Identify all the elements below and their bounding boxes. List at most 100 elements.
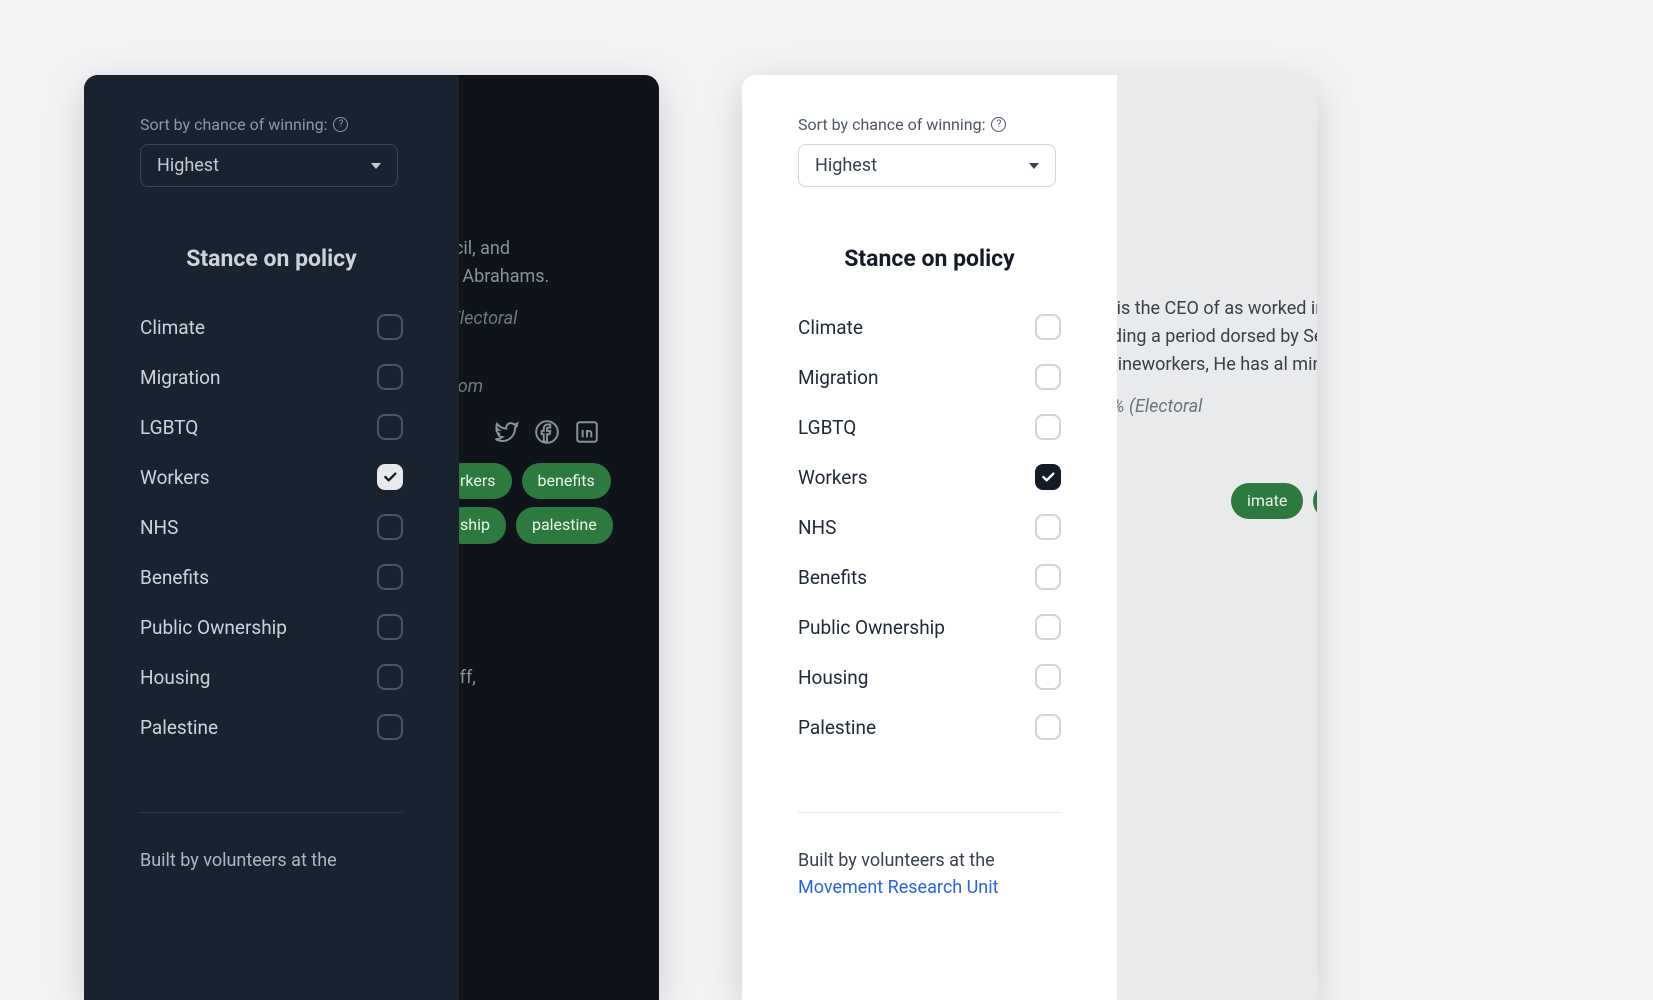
policy-climate[interactable]: Climate [798,302,1061,352]
policy-label: Migration [798,366,878,389]
tag[interactable]: imate [1231,483,1303,520]
checkbox[interactable] [377,714,403,740]
tag[interactable]: benefits [522,463,611,500]
checkbox[interactable] [377,364,403,390]
sort-label: Sort by chance of winning: ? [140,115,348,134]
checkbox[interactable] [377,614,403,640]
policy-label: Migration [140,366,220,389]
sort-label: Sort by chance of winning: ? [798,115,1006,134]
policy-housing[interactable]: Housing [140,652,403,702]
bio-fragment: d is the CEO of as worked in the uding a… [1102,295,1317,379]
policy-label: NHS [140,516,178,539]
candidate-info: d is the CEO of as worked in the uding a… [1102,295,1317,519]
footer-credit: Built by volunteers at the [140,847,403,874]
policy-palestine[interactable]: Palestine [140,702,403,752]
sort-label-text: Sort by chance of winning: [140,115,327,134]
policy-label: Public Ownership [140,616,287,639]
checkbox-checked[interactable] [1035,464,1061,490]
chevron-down-icon [371,163,381,169]
facebook-icon[interactable] [534,419,560,445]
checkbox[interactable] [377,514,403,540]
policy-label: Housing [140,666,210,689]
policy-label: Climate [140,316,205,339]
policy-label: Public Ownership [798,616,945,639]
policy-label: Benefits [140,566,209,589]
policy-tags: ship palestine [444,507,659,544]
candidate-info: ncil, and ie Abrahams. (Electoral .com r… [444,235,659,692]
footer-text: Built by volunteers at the [140,850,337,871]
policy-migration[interactable]: Migration [140,352,403,402]
social-links [494,419,659,445]
footer-credit: Built by volunteers at the Movement Rese… [798,847,1061,901]
policy-workers[interactable]: Workers [140,452,403,502]
checkbox[interactable] [377,664,403,690]
policy-workers[interactable]: Workers [798,452,1061,502]
checkbox[interactable] [1035,714,1061,740]
checkbox[interactable] [1035,364,1061,390]
policy-label: Workers [140,466,210,489]
policy-migration[interactable]: Migration [798,352,1061,402]
policy-public-ownership[interactable]: Public Ownership [140,602,403,652]
policy-tags: rkers benefits [444,463,659,500]
checkbox[interactable] [377,414,403,440]
policy-list: Climate Migration LGBTQ Workers NHS Bene… [140,302,403,752]
checkbox[interactable] [1035,514,1061,540]
divider [798,812,1061,813]
policy-benefits[interactable]: Benefits [140,552,403,602]
sort-dropdown[interactable]: Highest [798,144,1056,187]
checkbox[interactable] [1035,414,1061,440]
tag[interactable]: palestine [516,507,613,544]
footer-text: Built by volunteers at the [798,850,995,871]
dropdown-value: Highest [157,155,219,176]
policy-nhs[interactable]: NHS [140,502,403,552]
light-theme-panel: d is the CEO of as worked in the uding a… [742,75,1317,1000]
checkbox[interactable] [1035,314,1061,340]
policy-label: LGBTQ [140,416,198,439]
stance-title: Stance on policy [798,245,1061,272]
policy-public-ownership[interactable]: Public Ownership [798,602,1061,652]
footer-link[interactable]: Movement Research Unit [798,877,999,898]
stance-title: Stance on policy [140,245,403,272]
help-icon[interactable]: ? [991,117,1006,132]
checkbox[interactable] [1035,614,1061,640]
policy-label: Climate [798,316,863,339]
dropdown-value: Highest [815,155,877,176]
electoral-meta: (Electoral [444,305,659,333]
policy-lgbtq[interactable]: LGBTQ [798,402,1061,452]
social-links [1102,439,1317,465]
email-fragment: .com [444,373,659,401]
electoral-meta: 0% (Electoral [1102,393,1317,421]
chevron-down-icon [1029,163,1039,169]
policy-label: NHS [798,516,836,539]
help-icon[interactable]: ? [333,117,348,132]
checkbox[interactable] [1035,664,1061,690]
bio-fragment: ie Abrahams. [444,263,659,291]
policy-label: Palestine [140,716,218,739]
policy-palestine[interactable]: Palestine [798,702,1061,752]
dark-theme-panel: ncil, and ie Abrahams. (Electoral .com r… [84,75,659,1000]
filter-sidebar: Sort by chance of winning: ? Highest Sta… [742,75,1117,1000]
tag[interactable]: workers [1313,483,1317,520]
checkbox[interactable] [377,314,403,340]
policy-list: Climate Migration LGBTQ Workers NHS Bene… [798,302,1061,752]
policy-lgbtq[interactable]: LGBTQ [140,402,403,452]
checkbox-checked[interactable] [377,464,403,490]
twitter-icon[interactable] [494,419,520,445]
sort-dropdown[interactable]: Highest [140,144,398,187]
checkbox[interactable] [377,564,403,590]
policy-label: LGBTQ [798,416,856,439]
policy-label: Workers [798,466,868,489]
linkedin-icon[interactable] [574,419,600,445]
policy-label: Benefits [798,566,867,589]
policy-nhs[interactable]: NHS [798,502,1061,552]
bio-fragment: ncil, and [444,235,659,263]
policy-tags: imate workers [1102,483,1317,520]
policy-benefits[interactable]: Benefits [798,552,1061,602]
filter-sidebar: Sort by chance of winning: ? Highest Sta… [84,75,459,1000]
checkbox[interactable] [1035,564,1061,590]
policy-climate[interactable]: Climate [140,302,403,352]
divider [140,812,403,813]
policy-label: Housing [798,666,868,689]
policy-housing[interactable]: Housing [798,652,1061,702]
sort-label-text: Sort by chance of winning: [798,115,985,134]
